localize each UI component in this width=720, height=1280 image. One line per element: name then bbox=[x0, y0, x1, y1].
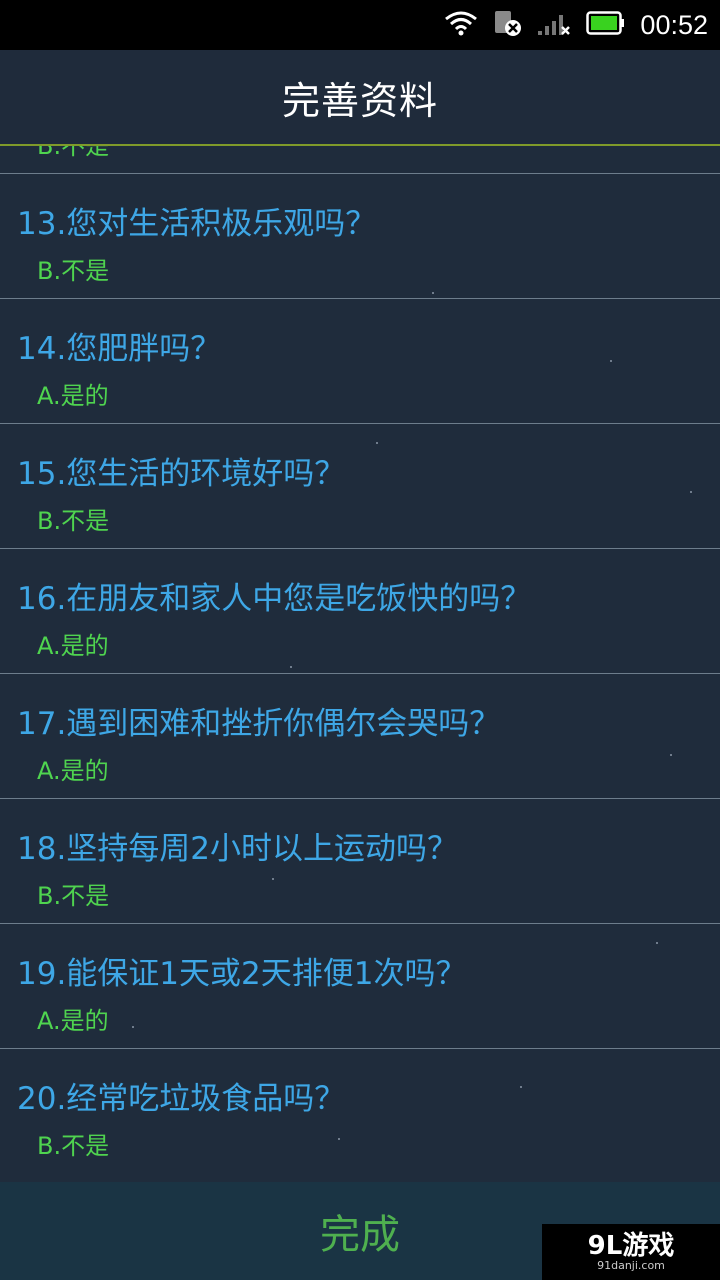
star-dot bbox=[432, 292, 434, 294]
star-dot bbox=[520, 1086, 522, 1088]
watermark-logo: 9L游戏 91danji.com bbox=[542, 1224, 720, 1280]
question-text: 20.经常吃垃圾食品吗？ bbox=[17, 1081, 346, 1117]
question-text: 17.遇到困难和挫折你偶尔会哭吗？ bbox=[17, 706, 501, 742]
question-item[interactable]: 17.遇到困难和挫折你偶尔会哭吗？ A.是的 bbox=[0, 674, 720, 799]
star-dot bbox=[376, 442, 378, 444]
page-title: 完善资料 bbox=[281, 78, 438, 123]
question-item[interactable]: B.不是 bbox=[0, 146, 720, 174]
question-list[interactable]: B.不是 13.您对生活积极乐观吗？ B.不是 14.您肥胖吗？ A.是的 15… bbox=[0, 146, 720, 1182]
question-item[interactable]: 18.坚持每周2小时以上运动吗？ B.不是 bbox=[0, 799, 720, 924]
question-answer: B.不是 bbox=[37, 146, 110, 160]
star-dot bbox=[272, 878, 274, 880]
star-dot bbox=[670, 754, 672, 756]
question-text: 15.您生活的环境好吗？ bbox=[17, 456, 346, 492]
signal-icon bbox=[536, 9, 572, 41]
question-answer: A.是的 bbox=[37, 632, 109, 660]
question-item[interactable]: 20.经常吃垃圾食品吗？ B.不是 bbox=[0, 1049, 720, 1174]
status-bar: 00:52 bbox=[0, 0, 720, 50]
question-answer: B.不是 bbox=[37, 882, 110, 910]
question-text: 19.能保证1天或2天排便1次吗？ bbox=[17, 956, 467, 992]
question-answer: A.是的 bbox=[37, 382, 109, 410]
star-dot bbox=[610, 360, 612, 362]
question-item[interactable]: 13.您对生活积极乐观吗？ B.不是 bbox=[0, 174, 720, 299]
watermark-sub: 91danji.com bbox=[597, 1259, 665, 1272]
question-text: 14.您肥胖吗？ bbox=[17, 331, 222, 367]
star-dot bbox=[690, 491, 692, 493]
question-item[interactable]: 19.能保证1天或2天排便1次吗？ A.是的 bbox=[0, 924, 720, 1049]
question-text: 18.坚持每周2小时以上运动吗？ bbox=[17, 831, 459, 867]
star-dot bbox=[290, 666, 292, 668]
sim-disabled-icon bbox=[492, 9, 522, 41]
question-answer: B.不是 bbox=[37, 1132, 110, 1160]
star-dot bbox=[656, 942, 658, 944]
question-answer: A.是的 bbox=[37, 757, 109, 785]
wifi-icon bbox=[444, 10, 478, 40]
question-item[interactable]: 16.在朋友和家人中您是吃饭快的吗？ A.是的 bbox=[0, 549, 720, 674]
status-time: 00:52 bbox=[640, 9, 708, 40]
star-dot bbox=[132, 1026, 134, 1028]
watermark-main: 9L游戏 bbox=[587, 1231, 675, 1261]
question-item[interactable]: 14.您肥胖吗？ A.是的 bbox=[0, 299, 720, 424]
star-dot bbox=[338, 1138, 340, 1140]
question-answer: B.不是 bbox=[37, 257, 110, 285]
question-answer: B.不是 bbox=[37, 507, 110, 535]
question-text: 16.在朋友和家人中您是吃饭快的吗？ bbox=[17, 581, 532, 617]
footer-bar: 完成 9L游戏 91danji.com bbox=[0, 1182, 720, 1280]
app-header: 完善资料 bbox=[0, 50, 720, 144]
status-icons: 00:52 bbox=[444, 0, 708, 50]
question-list-content: B.不是 13.您对生活积极乐观吗？ B.不是 14.您肥胖吗？ A.是的 15… bbox=[0, 146, 720, 1174]
question-text: 13.您对生活积极乐观吗？ bbox=[17, 206, 377, 242]
question-answer: A.是的 bbox=[37, 1007, 109, 1035]
battery-icon bbox=[586, 10, 626, 40]
question-item[interactable]: 15.您生活的环境好吗？ B.不是 bbox=[0, 424, 720, 549]
